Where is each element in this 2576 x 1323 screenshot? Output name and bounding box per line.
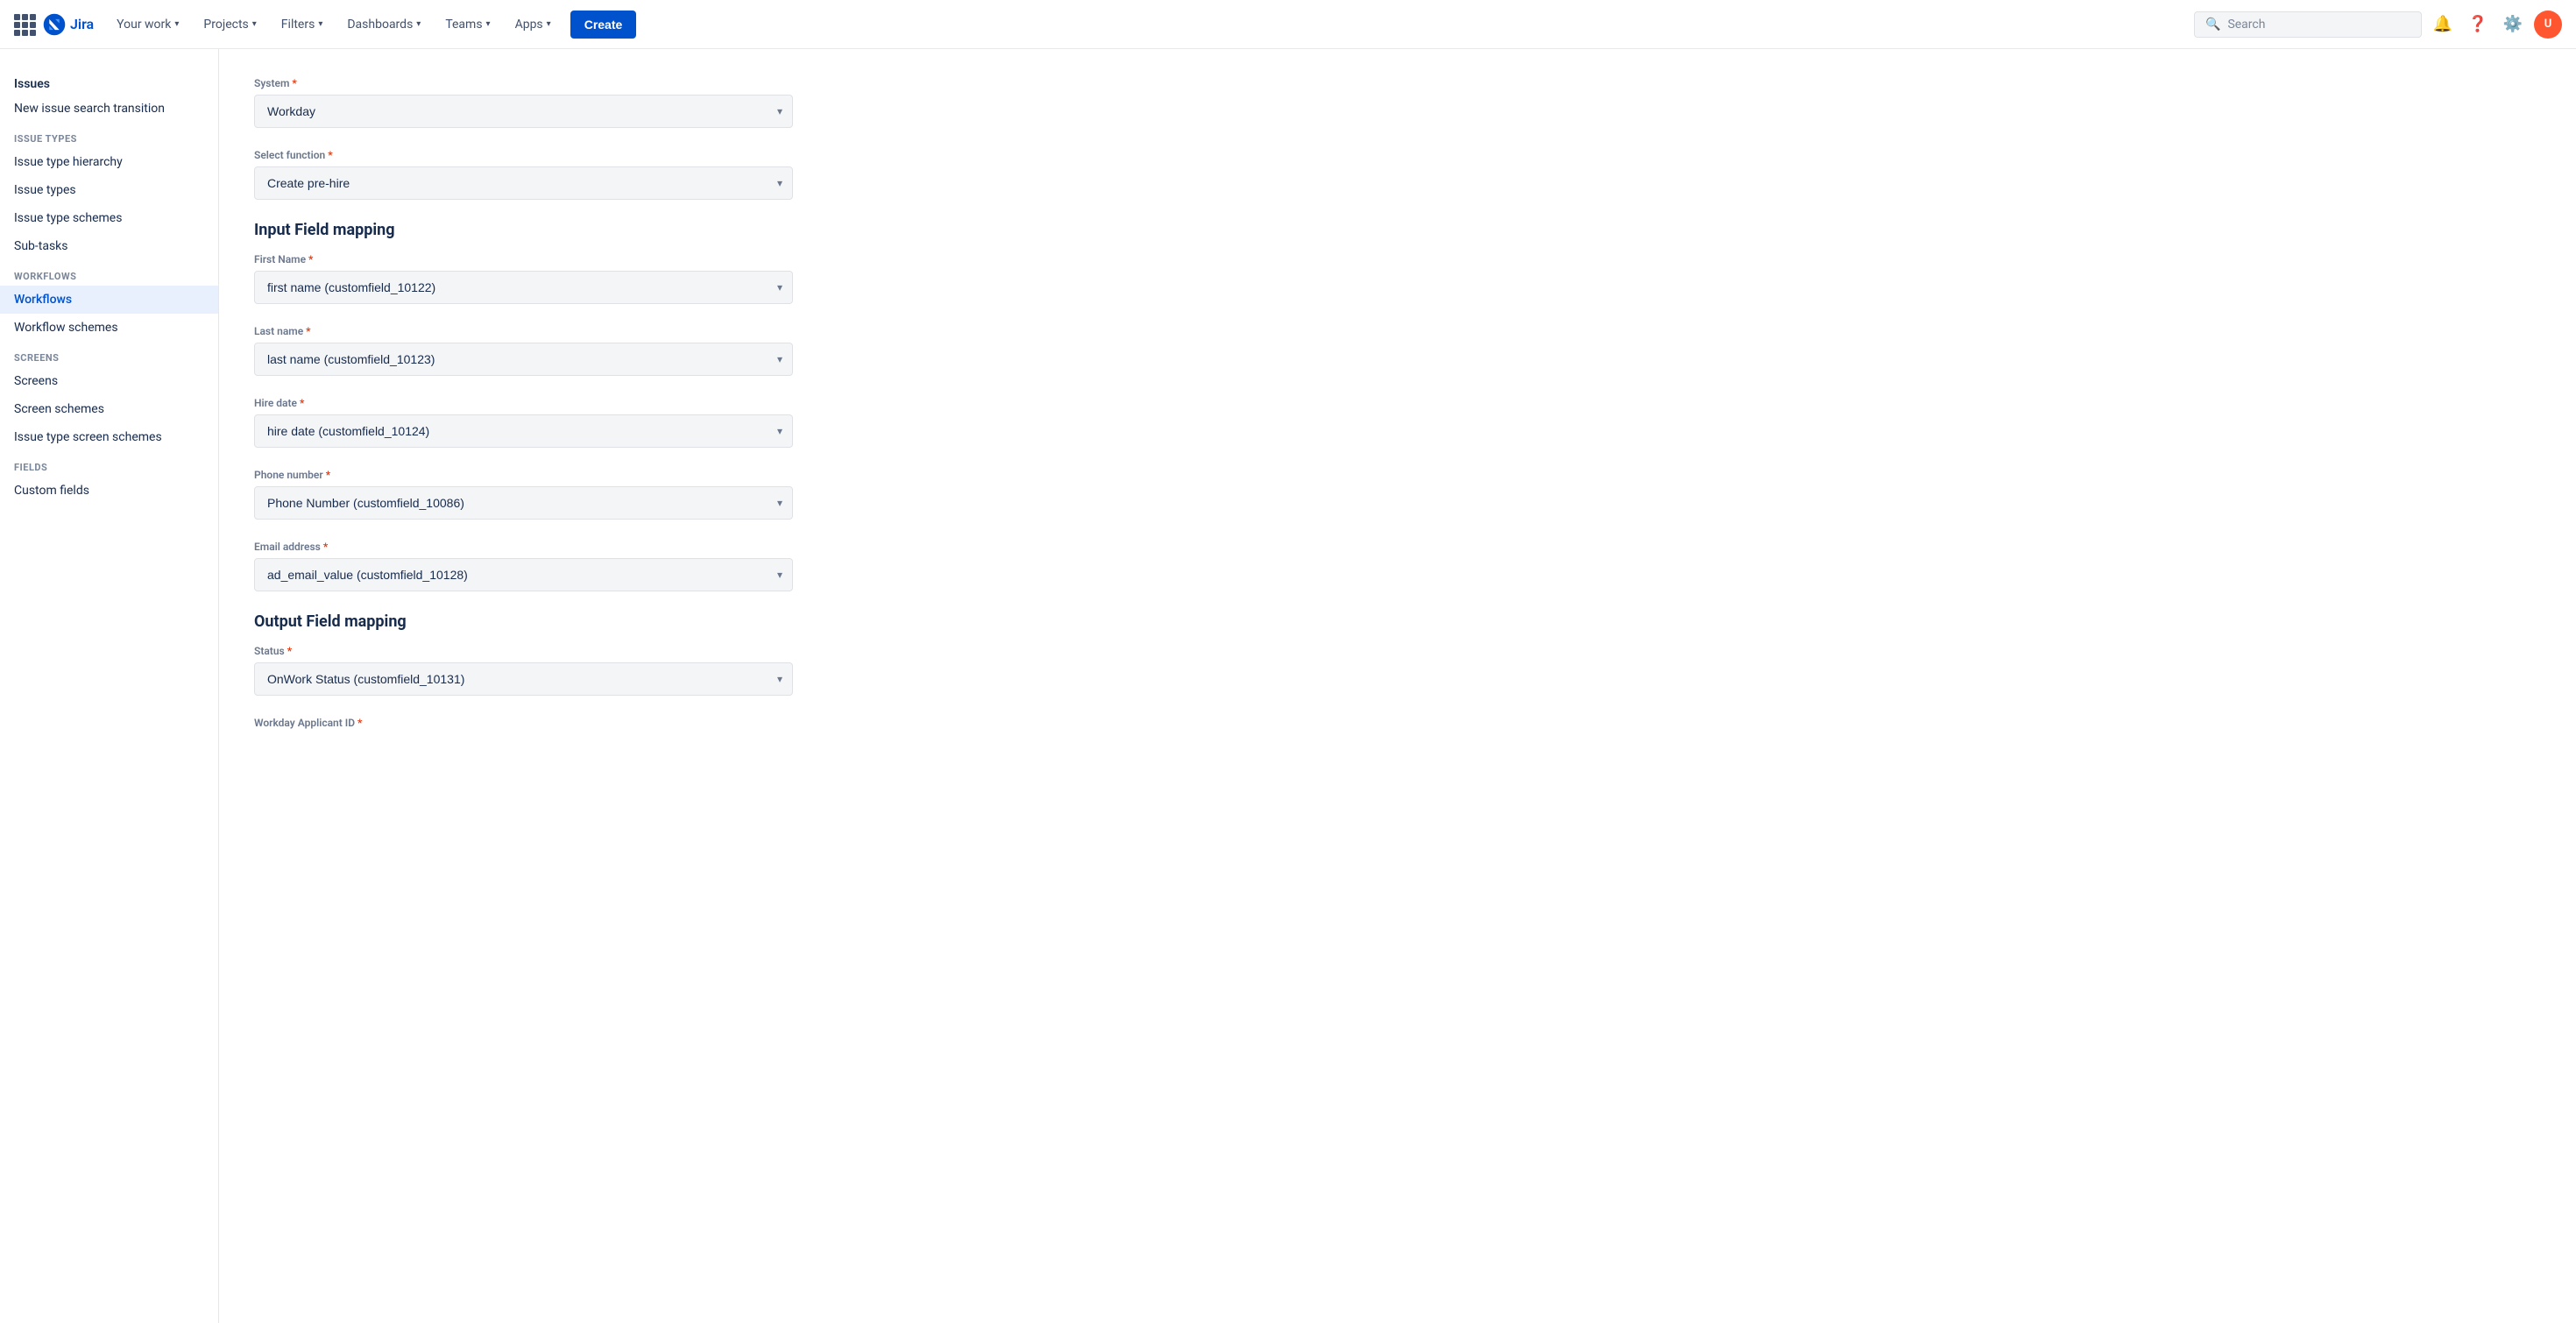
logo-area: Jira bbox=[14, 12, 94, 37]
phone-number-field-section: Phone number * Phone Number (customfield… bbox=[254, 469, 1025, 520]
system-select-wrapper: Workday ▾ bbox=[254, 95, 793, 128]
sidebar: Issues New issue search transition ISSUE… bbox=[0, 49, 219, 1323]
phone-number-select[interactable]: Phone Number (customfield_10086) bbox=[254, 486, 793, 520]
search-icon: 🔍 bbox=[2205, 18, 2220, 32]
nav-teams[interactable]: Teams ▾ bbox=[436, 12, 499, 37]
workday-applicant-id-section: Workday Applicant ID * bbox=[254, 717, 1025, 729]
status-label: Status * bbox=[254, 645, 1025, 657]
first-name-field-section: First Name * first name (customfield_101… bbox=[254, 253, 1025, 304]
sidebar-item-sub-tasks[interactable]: Sub-tasks bbox=[0, 232, 218, 260]
grid-menu-icon[interactable] bbox=[14, 14, 35, 35]
nav-dashboards[interactable]: Dashboards ▾ bbox=[338, 12, 429, 37]
sidebar-item-new-issue-search-transition[interactable]: New issue search transition bbox=[0, 95, 218, 123]
settings-button[interactable]: ⚙️ bbox=[2499, 11, 2527, 39]
sidebar-heading: Issues bbox=[0, 63, 218, 95]
phone-number-select-wrapper: Phone Number (customfield_10086) ▾ bbox=[254, 486, 793, 520]
nav-apps[interactable]: Apps ▾ bbox=[506, 12, 560, 37]
hire-date-select-wrapper: hire date (customfield_10124) ▾ bbox=[254, 414, 793, 448]
logo-text: Jira bbox=[70, 16, 94, 32]
phone-number-label: Phone number * bbox=[254, 469, 1025, 481]
sidebar-item-workflow-schemes[interactable]: Workflow schemes bbox=[0, 314, 218, 342]
first-name-select-wrapper: first name (customfield_10122) ▾ bbox=[254, 271, 793, 304]
chevron-down-icon: ▾ bbox=[318, 19, 322, 29]
first-name-label: First Name * bbox=[254, 253, 1025, 265]
last-name-select[interactable]: last name (customfield_10123) bbox=[254, 343, 793, 376]
first-name-select[interactable]: first name (customfield_10122) bbox=[254, 271, 793, 304]
required-indicator: * bbox=[292, 77, 296, 89]
email-address-select-wrapper: ad_email_value (customfield_10128) ▾ bbox=[254, 558, 793, 591]
sidebar-item-screens[interactable]: Screens bbox=[0, 367, 218, 395]
avatar[interactable]: U bbox=[2534, 11, 2562, 39]
required-indicator: * bbox=[328, 149, 332, 161]
required-indicator: * bbox=[300, 397, 304, 409]
hire-date-label: Hire date * bbox=[254, 397, 1025, 409]
select-function-select[interactable]: Create pre-hire bbox=[254, 166, 793, 200]
sidebar-item-workflows[interactable]: Workflows bbox=[0, 286, 218, 314]
select-function-section: Select function * Create pre-hire ▾ bbox=[254, 149, 1025, 200]
required-indicator: * bbox=[323, 541, 328, 553]
email-address-select[interactable]: ad_email_value (customfield_10128) bbox=[254, 558, 793, 591]
sidebar-item-issue-types[interactable]: Issue types bbox=[0, 176, 218, 204]
input-field-mapping-heading: Input Field mapping bbox=[254, 221, 1025, 239]
select-function-label: Select function * bbox=[254, 149, 1025, 161]
chevron-down-icon: ▾ bbox=[547, 19, 551, 29]
notifications-button[interactable]: 🔔 bbox=[2429, 11, 2457, 39]
system-select[interactable]: Workday bbox=[254, 95, 793, 128]
email-address-field-section: Email address * ad_email_value (customfi… bbox=[254, 541, 1025, 591]
last-name-field-section: Last name * last name (customfield_10123… bbox=[254, 325, 1025, 376]
sidebar-item-issue-type-schemes[interactable]: Issue type schemes bbox=[0, 204, 218, 232]
hire-date-field-section: Hire date * hire date (customfield_10124… bbox=[254, 397, 1025, 448]
chevron-down-icon: ▾ bbox=[486, 19, 491, 29]
search-box[interactable]: 🔍 Search bbox=[2194, 11, 2422, 38]
nav-projects[interactable]: Projects ▾ bbox=[195, 12, 265, 37]
app-layout: Issues New issue search transition ISSUE… bbox=[0, 49, 2576, 1323]
status-field-section: Status * OnWork Status (customfield_1013… bbox=[254, 645, 1025, 696]
system-field-section: System * Workday ▾ bbox=[254, 77, 1025, 128]
create-button[interactable]: Create bbox=[570, 11, 637, 39]
main-content: System * Workday ▾ Select function * Cre… bbox=[219, 49, 1060, 1323]
sidebar-item-screen-schemes[interactable]: Screen schemes bbox=[0, 395, 218, 423]
status-select[interactable]: OnWork Status (customfield_10131) bbox=[254, 662, 793, 696]
help-button[interactable]: ❓ bbox=[2464, 11, 2492, 39]
status-select-wrapper: OnWork Status (customfield_10131) ▾ bbox=[254, 662, 793, 696]
required-indicator: * bbox=[287, 645, 292, 657]
sidebar-section-fields: FIELDS bbox=[0, 451, 218, 477]
sidebar-section-workflows: WORKFLOWS bbox=[0, 260, 218, 286]
hire-date-select[interactable]: hire date (customfield_10124) bbox=[254, 414, 793, 448]
required-indicator: * bbox=[357, 717, 362, 729]
chevron-down-icon: ▾ bbox=[416, 19, 421, 29]
search-placeholder: Search bbox=[2227, 18, 2265, 32]
chevron-down-icon: ▾ bbox=[252, 19, 257, 29]
sidebar-section-screens: SCREENS bbox=[0, 342, 218, 367]
topnav: Jira Your work ▾ Projects ▾ Filters ▾ Da… bbox=[0, 0, 2576, 49]
required-indicator: * bbox=[326, 469, 330, 481]
chevron-down-icon: ▾ bbox=[174, 19, 179, 29]
workday-applicant-id-label: Workday Applicant ID * bbox=[254, 717, 1025, 729]
last-name-select-wrapper: last name (customfield_10123) ▾ bbox=[254, 343, 793, 376]
output-field-mapping-heading: Output Field mapping bbox=[254, 612, 1025, 631]
nav-your-work[interactable]: Your work ▾ bbox=[108, 12, 188, 37]
required-indicator: * bbox=[308, 253, 313, 265]
nav-filters[interactable]: Filters ▾ bbox=[272, 12, 332, 37]
sidebar-item-custom-fields[interactable]: Custom fields bbox=[0, 477, 218, 505]
select-function-wrapper: Create pre-hire ▾ bbox=[254, 166, 793, 200]
last-name-label: Last name * bbox=[254, 325, 1025, 337]
sidebar-section-issue-types: ISSUE TYPES bbox=[0, 123, 218, 148]
email-address-label: Email address * bbox=[254, 541, 1025, 553]
required-indicator: * bbox=[306, 325, 310, 337]
sidebar-item-issue-type-screen-schemes[interactable]: Issue type screen schemes bbox=[0, 423, 218, 451]
jira-logo[interactable]: Jira bbox=[42, 12, 94, 37]
topnav-right: 🔍 Search 🔔 ❓ ⚙️ U bbox=[2194, 11, 2562, 39]
system-label: System * bbox=[254, 77, 1025, 89]
sidebar-item-issue-type-hierarchy[interactable]: Issue type hierarchy bbox=[0, 148, 218, 176]
